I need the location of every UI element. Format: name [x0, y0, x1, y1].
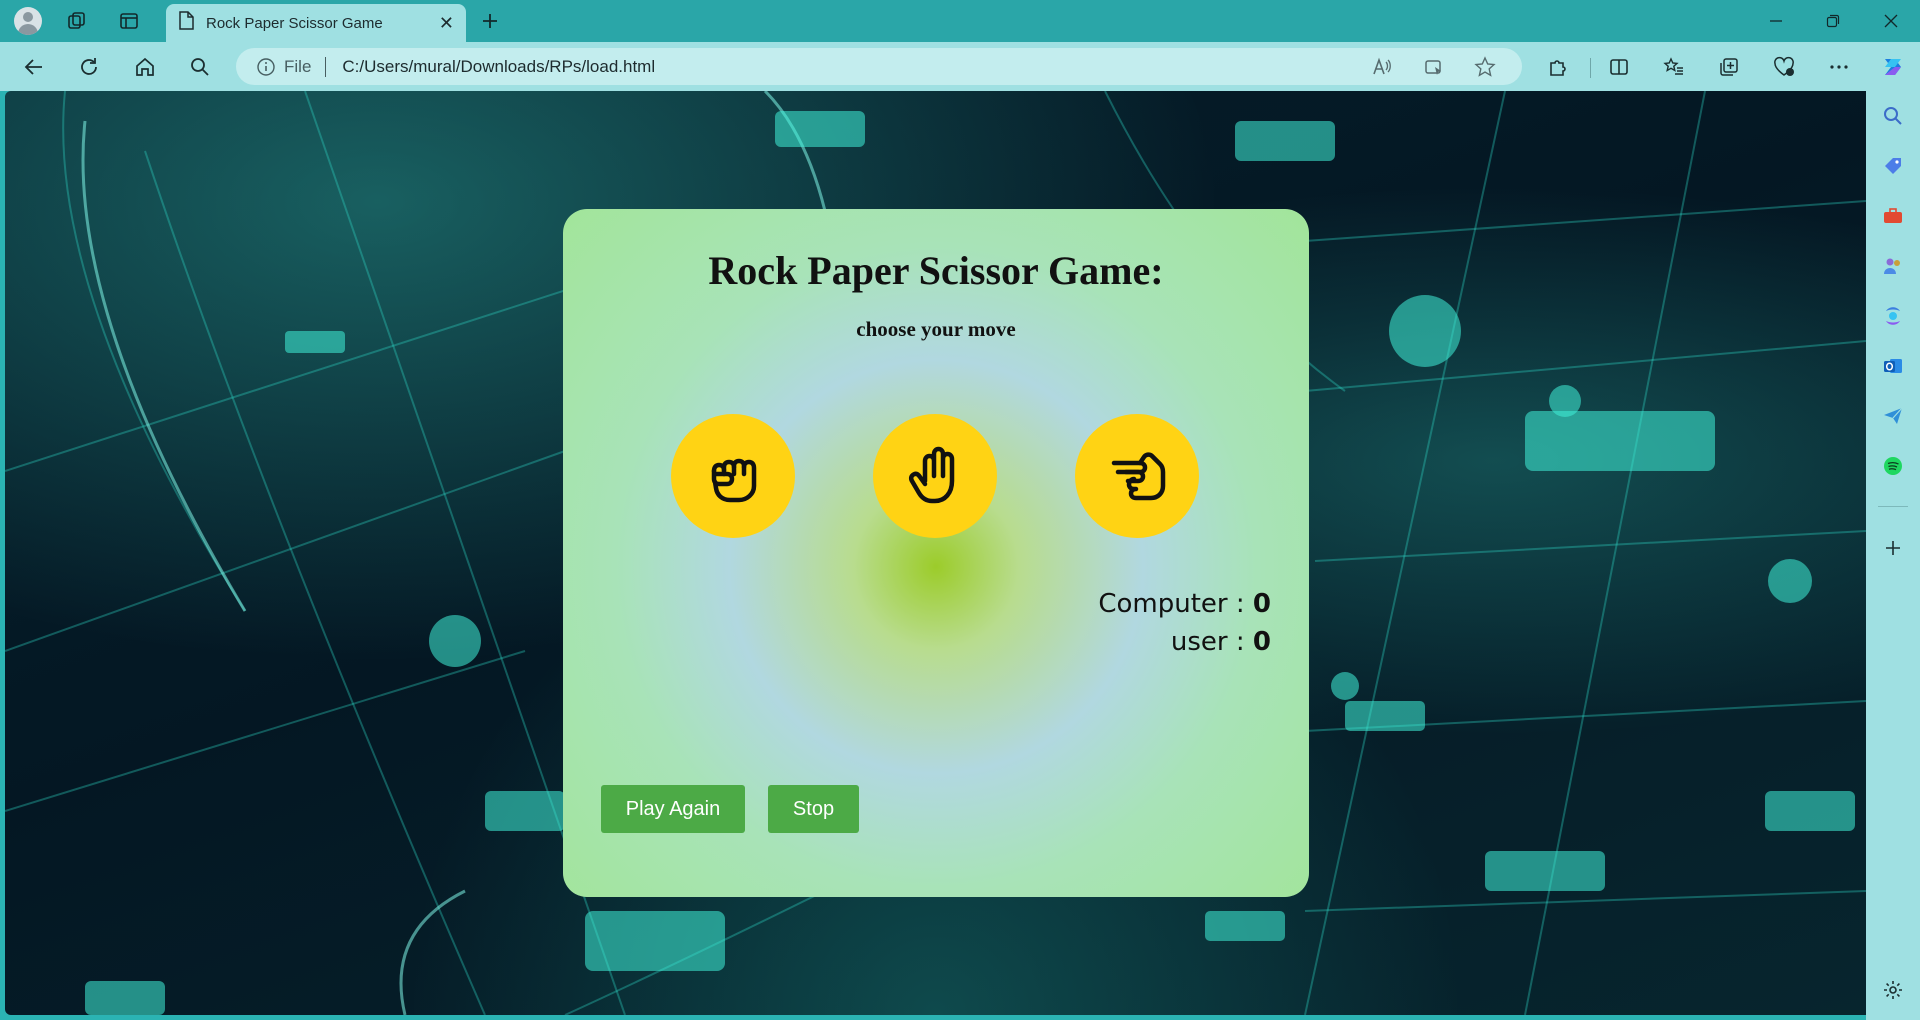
tab-title: Rock Paper Scissor Game — [206, 14, 383, 32]
favorites-list-icon — [1663, 57, 1683, 75]
workspaces-icon[interactable] — [62, 7, 92, 35]
app-available-icon[interactable] — [1423, 56, 1445, 83]
play-again-button[interactable]: Play Again — [601, 785, 745, 833]
page-viewport: Rock Paper Scissor Game: choose your mov… — [5, 91, 1866, 1015]
puzzle-icon — [1550, 60, 1566, 76]
profile-avatar[interactable] — [13, 7, 43, 35]
computer-score-value: 0 — [1252, 589, 1271, 619]
more-menu-button[interactable] — [1822, 50, 1856, 84]
back-button[interactable] — [17, 50, 51, 84]
heart-pulse-icon — [1774, 56, 1794, 76]
sidebar-divider — [1878, 506, 1908, 507]
outlook-icon[interactable] — [1878, 351, 1908, 381]
restore-button[interactable] — [1805, 0, 1861, 42]
minimize-icon — [1770, 20, 1782, 22]
fist-icon — [711, 458, 757, 503]
refresh-icon — [81, 58, 97, 75]
paper-choice-button[interactable] — [873, 414, 997, 538]
address-scheme: File — [284, 56, 312, 76]
telegram-send-icon[interactable] — [1878, 401, 1908, 431]
scissors-choice-button[interactable] — [1075, 414, 1199, 538]
browser-sidebar — [1866, 91, 1920, 1020]
user-score: user : 0 — [1171, 627, 1271, 657]
sidebar-settings-icon[interactable] — [1878, 975, 1908, 1005]
tools-toolbox-icon[interactable] — [1878, 201, 1908, 231]
user-score-label: user : — [1170, 627, 1245, 657]
game-subtitle: choose your move — [856, 317, 1016, 341]
browser-titlebar: Rock Paper Scissor Game ✕ — [0, 0, 1920, 42]
shopping-tag-icon[interactable] — [1878, 151, 1908, 181]
game-title: Rock Paper Scissor Game: — [708, 248, 1164, 293]
browser-essentials-button[interactable] — [1767, 50, 1801, 84]
more-dots-icon — [1830, 65, 1848, 69]
copilot-button[interactable] — [1876, 50, 1910, 84]
add-sidebar-app-icon[interactable] — [1878, 533, 1908, 563]
user-score-value: 0 — [1252, 627, 1271, 657]
scissors-hand-icon — [1111, 452, 1166, 501]
copilot-sidebar-icon[interactable] — [1878, 301, 1908, 331]
close-icon — [1884, 14, 1898, 28]
back-arrow-icon — [24, 59, 42, 75]
read-aloud-icon[interactable] — [1371, 56, 1393, 83]
collections-button[interactable] — [1712, 50, 1746, 84]
copilot-icon — [1885, 59, 1901, 75]
rock-choice-button[interactable] — [671, 414, 795, 538]
restore-icon — [1826, 14, 1840, 28]
open-hand-icon — [908, 446, 955, 504]
search-button[interactable] — [183, 50, 217, 84]
sidebar-search-icon[interactable] — [1878, 101, 1908, 131]
split-screen-button[interactable] — [1602, 50, 1636, 84]
address-bar[interactable]: File C:/Users/mural/Downloads/RPs/load.h… — [236, 48, 1522, 85]
stop-button[interactable]: Stop — [768, 785, 859, 833]
search-icon — [191, 58, 209, 76]
favorites-button[interactable] — [1657, 50, 1691, 84]
info-icon[interactable] — [256, 57, 276, 77]
address-separator — [325, 56, 327, 77]
collections-icon — [1720, 58, 1738, 76]
computer-score: Computer : 0 — [1098, 589, 1271, 619]
spotify-icon[interactable] — [1878, 451, 1908, 481]
avatar — [14, 7, 42, 35]
plus-icon — [483, 14, 497, 28]
split-screen-icon — [1610, 59, 1628, 75]
new-tab-button[interactable] — [475, 7, 505, 35]
vertical-tabs-icon[interactable] — [114, 7, 144, 35]
game-card: Rock Paper Scissor Game: choose your mov… — [563, 209, 1309, 897]
computer-score-label: Computer : — [1098, 589, 1245, 619]
refresh-button[interactable] — [72, 50, 106, 84]
favorite-star-icon[interactable] — [1474, 56, 1496, 83]
home-icon — [136, 57, 154, 76]
browser-tab-active[interactable]: Rock Paper Scissor Game ✕ — [166, 4, 466, 42]
page-icon — [178, 11, 194, 35]
people-icon[interactable] — [1878, 251, 1908, 281]
home-button[interactable] — [128, 50, 162, 84]
close-tab-icon[interactable]: ✕ — [439, 13, 454, 34]
address-url[interactable]: C:/Users/mural/Downloads/RPs/load.html — [342, 57, 655, 77]
extensions-button[interactable] — [1541, 50, 1575, 84]
minimize-button[interactable] — [1748, 0, 1804, 42]
browser-toolbar: File C:/Users/mural/Downloads/RPs/load.h… — [0, 42, 1920, 91]
close-window-button[interactable] — [1863, 0, 1919, 42]
toolbar-divider — [1590, 58, 1591, 78]
